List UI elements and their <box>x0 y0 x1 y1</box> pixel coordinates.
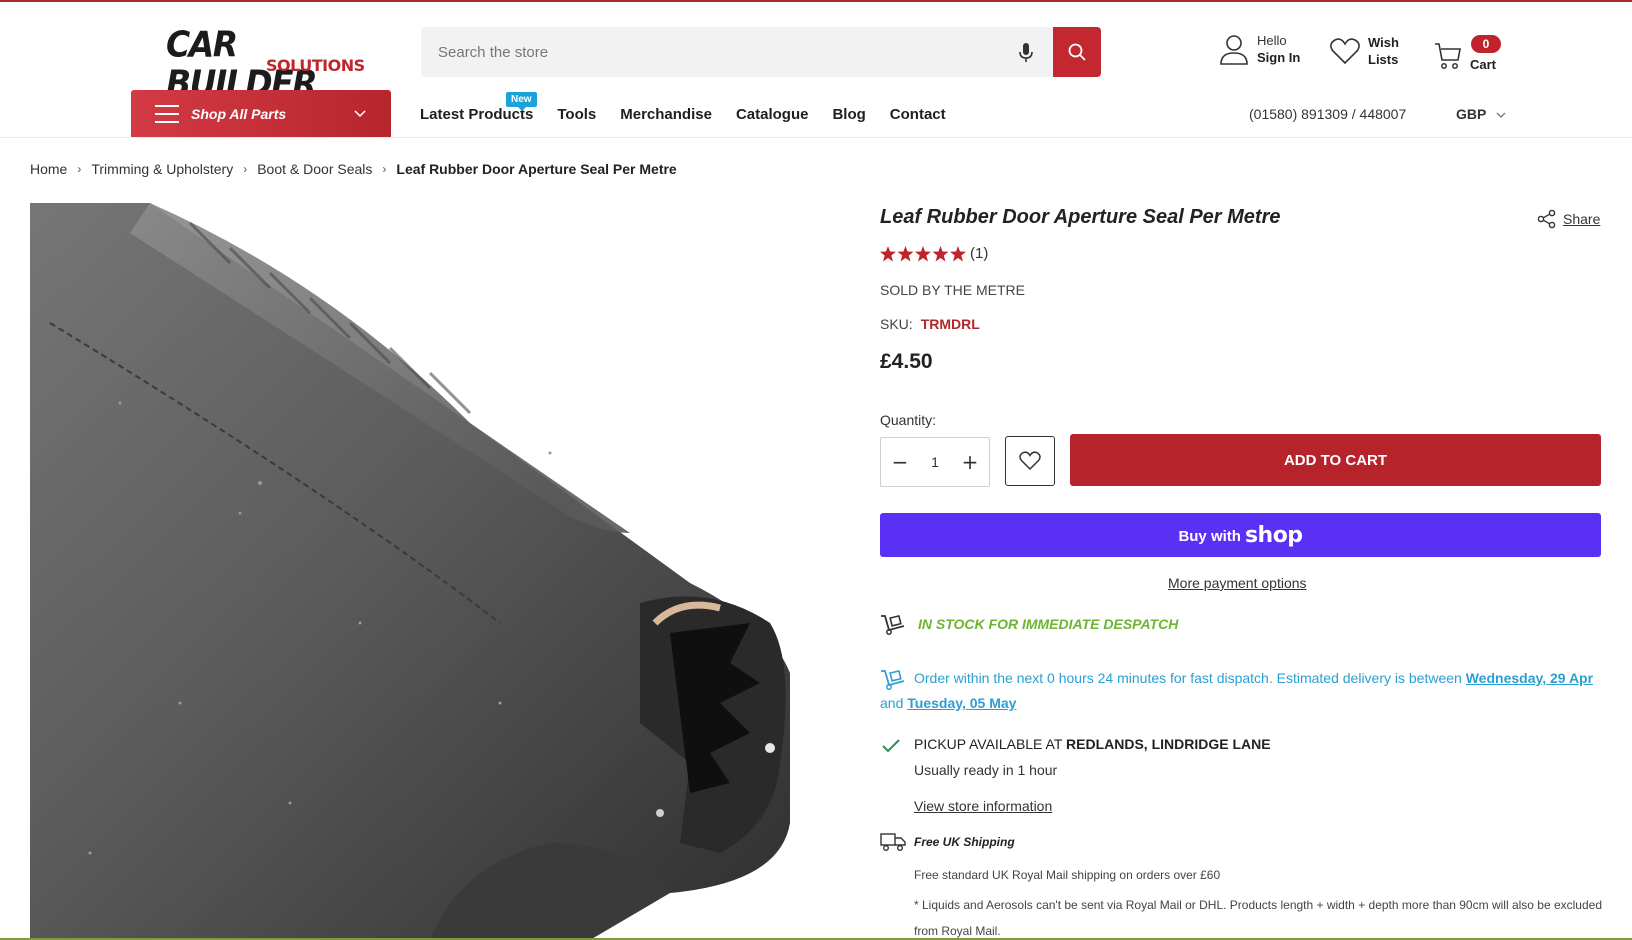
add-to-wishlist-button[interactable] <box>1005 436 1055 486</box>
view-store-information-link[interactable]: View store information <box>914 798 1052 814</box>
shop-all-label: Shop All Parts <box>191 105 287 122</box>
product-image[interactable] <box>30 203 860 940</box>
search-button[interactable] <box>1053 27 1101 77</box>
heart-icon <box>1019 451 1041 471</box>
pickup-prefix: PICKUP AVAILABLE AT <box>914 736 1067 752</box>
truck-icon <box>880 833 906 851</box>
cart-icon <box>1435 42 1461 69</box>
share-icon <box>1537 209 1556 229</box>
dolly-icon <box>881 614 905 635</box>
nav-blog[interactable]: Blog <box>832 106 865 123</box>
sku-value: TRMDRL <box>920 316 980 332</box>
chevron-right-icon: › <box>243 162 248 176</box>
search-bar <box>421 27 1101 77</box>
delivery-dolly-icon <box>881 669 905 690</box>
wishlist-link[interactable]: Wish Lists <box>1330 34 1399 68</box>
add-to-cart-button[interactable]: ADD TO CART <box>1070 434 1601 486</box>
breadcrumb-home[interactable]: Home <box>30 161 67 177</box>
breadcrumb: Home › Trimming & Upholstery › Boot & Do… <box>30 161 677 177</box>
shipping-line-2: * Liquids and Aerosols can't be sent via… <box>914 898 1603 938</box>
account-link[interactable]: Hello Sign In <box>1219 32 1300 66</box>
rubber-seal-illustration <box>30 203 790 940</box>
pickup-location: REDLANDS, LINDRIDGE LANE <box>1066 736 1271 752</box>
site-logo[interactable]: CAR BUILDER SOLUTIONS <box>166 25 365 103</box>
currency-selector[interactable]: GBP <box>1456 106 1506 122</box>
breadcrumb-seals[interactable]: Boot & Door Seals <box>257 161 372 177</box>
nav-contact[interactable]: Contact <box>890 106 946 123</box>
delivery-date-end[interactable]: Tuesday, 05 May <box>907 695 1016 711</box>
buy-with-label: Buy with <box>1178 527 1241 545</box>
shipping-line-1: Free standard UK Royal Mail shipping on … <box>914 868 1221 882</box>
checkmark-icon <box>882 739 900 753</box>
search-icon <box>1068 43 1086 61</box>
pickup-availability: PICKUP AVAILABLE AT REDLANDS, LINDRIDGE … <box>914 736 1271 752</box>
account-greeting: Hello <box>1257 33 1287 48</box>
and-text: and <box>880 695 908 711</box>
delivery-date-start[interactable]: Wednesday, 29 Apr <box>1466 670 1593 686</box>
quantity-label: Quantity: <box>880 412 937 428</box>
breadcrumb-trimming[interactable]: Trimming & Upholstery <box>91 161 233 177</box>
cart-label: Cart <box>1470 57 1497 72</box>
sku-row: SKU: TRMDRL <box>880 316 980 332</box>
nav-latest-products[interactable]: Latest Products <box>420 106 533 123</box>
new-badge: New <box>506 92 537 111</box>
share-button[interactable]: Share <box>1537 209 1600 229</box>
currency-label: GBP <box>1456 106 1487 122</box>
shipping-heading: Free UK Shipping <box>914 835 1015 849</box>
shop-all-parts-button[interactable]: Shop All Parts <box>131 90 391 137</box>
nav-tools[interactable]: Tools <box>557 106 596 123</box>
chevron-right-icon: › <box>382 162 387 176</box>
sku-label: SKU: <box>880 316 913 332</box>
sold-by-label: SOLD BY THE METRE <box>880 282 1025 298</box>
heart-icon <box>1330 38 1360 65</box>
rating-stars[interactable]: (1) <box>880 245 988 262</box>
shop-logo-text: shop <box>1244 522 1303 548</box>
cart-count-badge: 0 <box>1471 35 1501 53</box>
wish-label-2: Lists <box>1368 52 1399 67</box>
quantity-input[interactable]: 1 <box>931 454 939 470</box>
delivery-estimate: Order within the next 0 hours 24 minutes… <box>880 666 1600 716</box>
quantity-decrease-button[interactable]: − <box>891 450 909 474</box>
sign-in-label: Sign In <box>1257 50 1301 65</box>
stock-status: IN STOCK FOR IMMEDIATE DESPATCH <box>880 613 1178 635</box>
order-text: Order within the next 0 hours 24 minutes… <box>914 670 1466 686</box>
shop-pay-button[interactable]: Buy with shop <box>880 513 1601 557</box>
share-label: Share <box>1563 211 1601 227</box>
nav-merchandise[interactable]: Merchandise <box>620 106 712 123</box>
quantity-increase-button[interactable]: + <box>961 450 979 474</box>
quantity-stepper: − 1 + <box>880 437 990 487</box>
phone-number[interactable]: (01580) 891309 / 448007 <box>1249 106 1406 122</box>
star-icon <box>880 245 966 261</box>
site-header: CAR BUILDER SOLUTIONS Hello Sign In <box>0 2 1632 138</box>
logo-sub-text: SOLUTIONS <box>266 56 365 75</box>
hamburger-icon <box>155 104 179 123</box>
chevron-down-icon <box>1496 112 1506 118</box>
user-icon <box>1220 35 1248 65</box>
wish-label-1: Wish <box>1368 35 1399 50</box>
breadcrumb-current: Leaf Rubber Door Aperture Seal Per Metre <box>396 161 677 177</box>
chevron-down-icon <box>354 109 366 117</box>
microphone-icon[interactable] <box>1016 42 1036 64</box>
nav-catalogue[interactable]: Catalogue <box>736 106 809 123</box>
search-input[interactable] <box>421 27 1051 77</box>
more-payment-options-link[interactable]: More payment options <box>1168 575 1307 591</box>
product-price: £4.50 <box>880 350 933 373</box>
stock-text: IN STOCK FOR IMMEDIATE DESPATCH <box>918 616 1179 632</box>
pickup-ready-time: Usually ready in 1 hour <box>914 762 1058 778</box>
product-title: Leaf Rubber Door Aperture Seal Per Metre <box>880 206 1281 228</box>
main-nav: Latest Products Tools Merchandise Catalo… <box>420 106 970 123</box>
chevron-right-icon: › <box>77 162 82 176</box>
review-count: (1) <box>970 245 989 262</box>
